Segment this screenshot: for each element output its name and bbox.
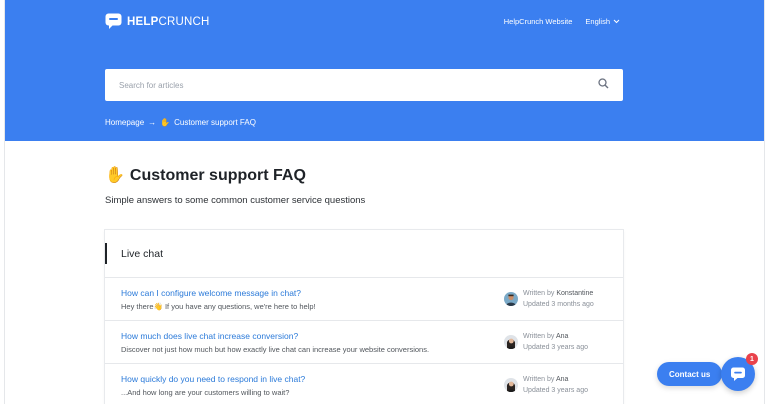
article-row[interactable]: How quickly do you need to respond in li… bbox=[105, 364, 623, 404]
logo[interactable]: HELPCRUNCH bbox=[105, 13, 210, 30]
chevron-down-icon bbox=[613, 19, 620, 24]
raised-hand-icon: ✋ bbox=[105, 167, 125, 184]
brand-name: HELPCRUNCH bbox=[127, 15, 210, 28]
breadcrumb-home[interactable]: Homepage bbox=[105, 118, 144, 127]
avatar bbox=[504, 292, 518, 306]
article-row[interactable]: How can I configure welcome message in c… bbox=[105, 278, 623, 321]
search-icon[interactable] bbox=[598, 76, 609, 94]
language-label: English bbox=[585, 17, 610, 26]
article-meta: Written by Ana Updated 3 years ago bbox=[504, 332, 588, 353]
contact-us-button[interactable]: Contact us bbox=[657, 362, 723, 386]
breadcrumb: Homepage → ✋ Customer support FAQ bbox=[105, 118, 256, 127]
chat-icon bbox=[731, 367, 745, 381]
page-title: Customer support FAQ bbox=[129, 167, 306, 184]
notification-badge: 1 bbox=[746, 353, 758, 365]
written-by-label: Written by bbox=[523, 376, 555, 383]
search-bar bbox=[105, 69, 623, 101]
written-by-label: Written by bbox=[523, 290, 555, 297]
article-meta: Written by Konstantine Updated 3 months … bbox=[504, 289, 594, 310]
section-header: Live chat bbox=[105, 230, 623, 278]
article-meta: Written by Ana Updated 3 years ago bbox=[504, 375, 588, 396]
page-subtitle: Simple answers to some common customer s… bbox=[105, 195, 366, 206]
chat-bubble-logo-icon bbox=[105, 13, 122, 30]
breadcrumb-separator: → bbox=[148, 118, 157, 127]
author-name: Konstantine bbox=[556, 290, 594, 297]
section-card: Live chat How can I configure welcome me… bbox=[105, 230, 623, 404]
help-center-page: HELPCRUNCH HelpCrunch Website English Ho… bbox=[4, 0, 765, 404]
author-name: Ana bbox=[555, 376, 569, 383]
section-title: Live chat bbox=[121, 247, 164, 260]
updated-time: Updated 3 years ago bbox=[523, 343, 588, 351]
hero-header: HELPCRUNCH HelpCrunch Website English Ho… bbox=[5, 0, 764, 141]
language-selector[interactable]: English bbox=[585, 17, 620, 26]
written-by-label: Written by bbox=[523, 333, 555, 340]
avatar bbox=[504, 378, 518, 392]
article-row[interactable]: How much does live chat increase convers… bbox=[105, 321, 623, 364]
updated-time: Updated 3 years ago bbox=[523, 386, 588, 394]
author-name: Ana bbox=[555, 333, 569, 340]
breadcrumb-current: Customer support FAQ bbox=[174, 118, 256, 127]
search-input[interactable] bbox=[119, 80, 519, 90]
page-heading: ✋ Customer support FAQ bbox=[105, 167, 306, 185]
updated-time: Updated 3 months ago bbox=[523, 300, 594, 308]
website-link[interactable]: HelpCrunch Website bbox=[504, 17, 573, 26]
top-nav: HelpCrunch Website English bbox=[504, 17, 620, 26]
raised-hand-icon: ✋ bbox=[160, 118, 171, 127]
avatar bbox=[504, 335, 518, 349]
